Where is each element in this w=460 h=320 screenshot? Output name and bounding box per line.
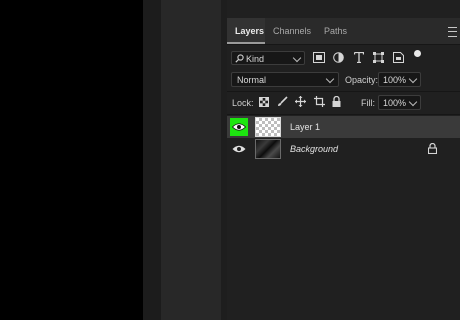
chevron-down-icon[interactable] [408,97,418,107]
divider [227,91,460,92]
layer-name[interactable]: Background [290,144,338,154]
opacity-label: Opacity: [345,75,379,85]
magnifier-icon [235,54,244,63]
tab-paths[interactable]: Paths [324,18,347,44]
blend-mode-dropdown[interactable]: Normal [231,72,339,87]
shape-filter-icon[interactable] [373,52,384,63]
eye-icon [232,123,246,131]
adjustment-filter-icon[interactable] [333,52,344,63]
layer-lock-icon[interactable] [428,143,437,154]
layer-name[interactable]: Layer 1 [290,122,320,132]
chevron-down-icon [325,74,335,84]
blend-mode-value: Normal [237,75,267,85]
eye-icon [232,145,246,153]
divider [227,114,460,115]
panel-dock-strip [143,0,161,320]
layer-row-layer-1[interactable]: Layer 1 [227,116,460,138]
lock-position-icon[interactable] [295,96,306,107]
lock-artboard-icon[interactable] [314,96,325,107]
kind-filter-dropdown[interactable]: Kind [231,51,305,65]
type-filter-icon[interactable] [354,52,364,63]
panel-tab-bar: Layers Channels Paths [227,18,460,45]
layer-row-background[interactable]: Background [227,138,460,160]
tab-layers[interactable]: Layers [227,18,265,44]
layer-thumbnail [255,117,281,137]
image-filter-icon[interactable] [313,52,325,63]
lock-transparent-pixels-icon[interactable] [259,97,269,107]
chevron-down-icon[interactable] [408,74,418,84]
layers-panel: Layers Channels Paths Kind Normal Opacit… [227,0,460,320]
visibility-toggle[interactable] [230,140,248,158]
fill-value: 100% [383,98,407,108]
smart-object-filter-icon[interactable] [393,52,404,63]
opacity-value: 100% [383,75,407,85]
hamburger-menu-icon[interactable] [448,27,457,37]
document-canvas [0,0,143,320]
lock-all-icon[interactable] [332,96,341,107]
filter-toggle-dot-icon[interactable] [414,50,421,57]
visibility-toggle[interactable] [230,118,248,136]
tab-channels[interactable]: Channels [273,18,311,44]
fill-label: Fill: [361,98,375,108]
panel-dock-area [161,0,221,320]
layer-thumbnail [255,139,281,159]
fill-field[interactable]: 100% [378,95,421,110]
lock-label: Lock: [232,98,254,108]
opacity-field[interactable]: 100% [378,72,421,87]
lock-image-pixels-icon[interactable] [277,96,288,107]
kind-filter-label: Kind [246,54,265,64]
chevron-down-icon [292,53,302,63]
